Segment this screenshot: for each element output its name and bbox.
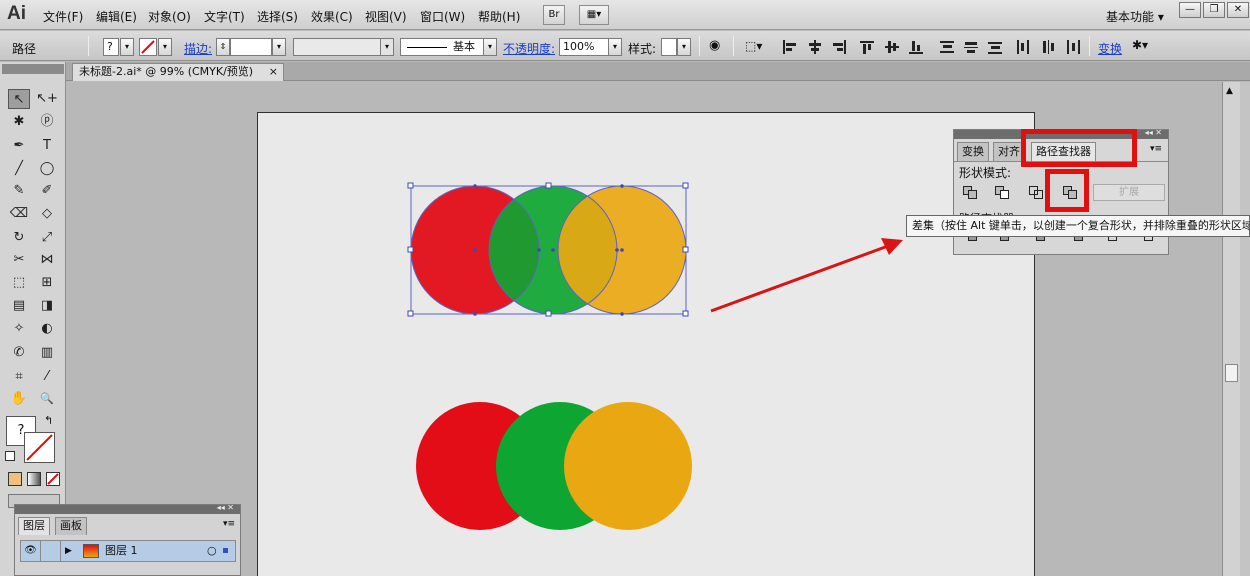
panel-collapse-close-icon[interactable]: ◂◂ ✕ <box>1145 128 1162 137</box>
panel-menu-icon[interactable]: ▾≡ <box>223 519 235 529</box>
layer-name[interactable]: 图层 1 <box>105 541 138 561</box>
tab-transform[interactable]: 变换 <box>957 142 989 161</box>
tab-layers[interactable]: 图层 <box>18 517 50 535</box>
lock-toggle[interactable] <box>41 541 61 561</box>
unite-icon[interactable] <box>962 185 980 201</box>
selection-indicator <box>223 548 228 553</box>
orange-circle[interactable] <box>564 402 692 530</box>
panel-collapse-close-icon[interactable]: ◂◂ ✕ <box>217 503 234 512</box>
panel-menu-icon[interactable]: ▾≡ <box>1150 144 1162 154</box>
layers-panel: ◂◂ ✕ 图层 画板 ▾≡ 👁 ▶ 图层 1 ○ <box>14 503 241 576</box>
minus-front-icon[interactable] <box>994 185 1012 201</box>
annotation-arrow <box>710 244 889 313</box>
tab-artboards[interactable]: 画板 <box>55 517 87 535</box>
layers-panel-titlebar[interactable]: ◂◂ ✕ <box>15 503 240 514</box>
expand-layer-icon[interactable]: ▶ <box>65 541 79 561</box>
layer-row[interactable]: 👁 ▶ 图层 1 ○ <box>20 540 236 562</box>
exclude-tooltip: 差集（按住 Alt 键单击，以创建一个复合形状，并排除重叠的形状区域） <box>906 215 1250 237</box>
layer-thumbnail <box>83 544 99 558</box>
expand-button[interactable]: 扩展 <box>1093 184 1165 201</box>
target-icon[interactable]: ○ <box>207 541 217 561</box>
visibility-icon[interactable]: 👁 <box>21 541 41 561</box>
shape-modes-label: 形状模式: <box>959 166 1012 180</box>
exclude-button-highlight <box>1045 169 1089 212</box>
pathfinder-tab-highlight <box>1021 129 1137 167</box>
intersect-icon[interactable] <box>1028 185 1046 201</box>
artwork-layer <box>407 182 903 530</box>
